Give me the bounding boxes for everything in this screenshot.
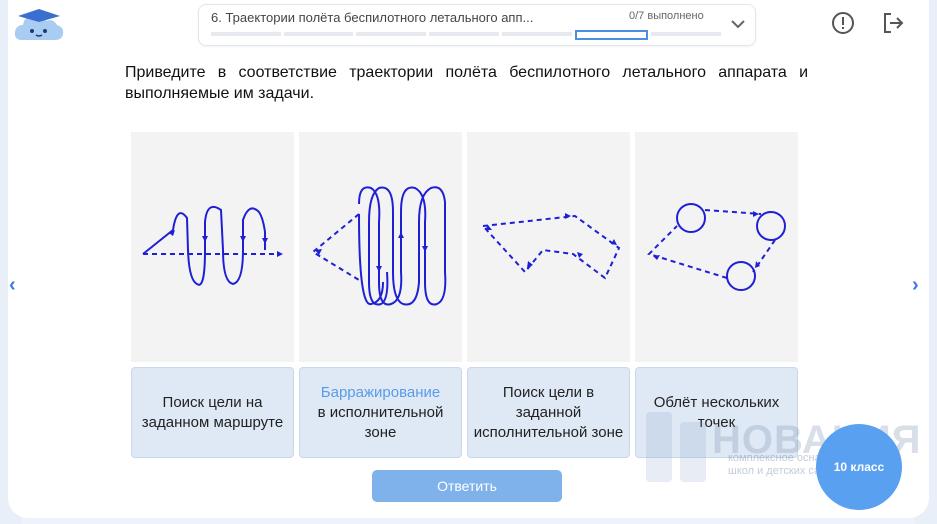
chevron-right-icon[interactable]: › — [912, 274, 919, 297]
task-title: 6. Траектории полёта беспилотного леталь… — [211, 10, 534, 25]
trajectory-card-snake[interactable] — [131, 132, 294, 362]
label-text: Поиск цели в заданной исполнительной зон… — [473, 383, 624, 441]
exclamation-circle-icon[interactable] — [830, 10, 856, 36]
trajectory-card-points[interactable] — [635, 132, 798, 362]
progress-segment[interactable] — [283, 32, 354, 36]
logout-icon[interactable] — [880, 10, 906, 36]
task-status: 0/7 выполнено — [629, 10, 704, 22]
progress-segment[interactable] — [211, 32, 281, 36]
question-text: Приведите в соответствие траектории полё… — [125, 64, 808, 102]
chevron-left-icon[interactable]: ‹ — [9, 274, 16, 297]
task-label-route-search[interactable]: Поиск цели на заданном маршруте — [131, 367, 294, 458]
label-text: Поиск цели на заданном маршруте — [141, 393, 284, 431]
task-label-loitering[interactable]: Барражирование в исполнительной зоне — [299, 367, 462, 458]
grade-badge[interactable]: 10 класс — [816, 424, 902, 510]
progress-segment[interactable] — [501, 32, 572, 36]
chevron-down-icon[interactable] — [729, 15, 747, 33]
trajectory-card-loops[interactable] — [299, 132, 462, 362]
progress-segments — [211, 30, 722, 40]
progress-segment[interactable] — [429, 32, 499, 36]
task-label-zone-search[interactable]: Поиск цели в заданной исполнительной зон… — [467, 367, 630, 458]
label-highlight: Барражирование — [320, 383, 441, 401]
task-selector[interactable]: 6. Траектории полёта беспилотного леталь… — [198, 4, 756, 46]
label-text: Барражирование в исполнительной зоне — [304, 383, 457, 443]
progress-segment[interactable] — [574, 30, 649, 40]
label-rest: в исполнительной зоне — [317, 403, 444, 441]
trajectory-card-zigzag[interactable] — [467, 132, 630, 362]
progress-segment[interactable] — [651, 32, 722, 36]
answer-button[interactable]: Ответить — [372, 470, 562, 502]
cloud-mascot-icon[interactable] — [12, 6, 66, 46]
progress-segment[interactable] — [356, 32, 427, 36]
